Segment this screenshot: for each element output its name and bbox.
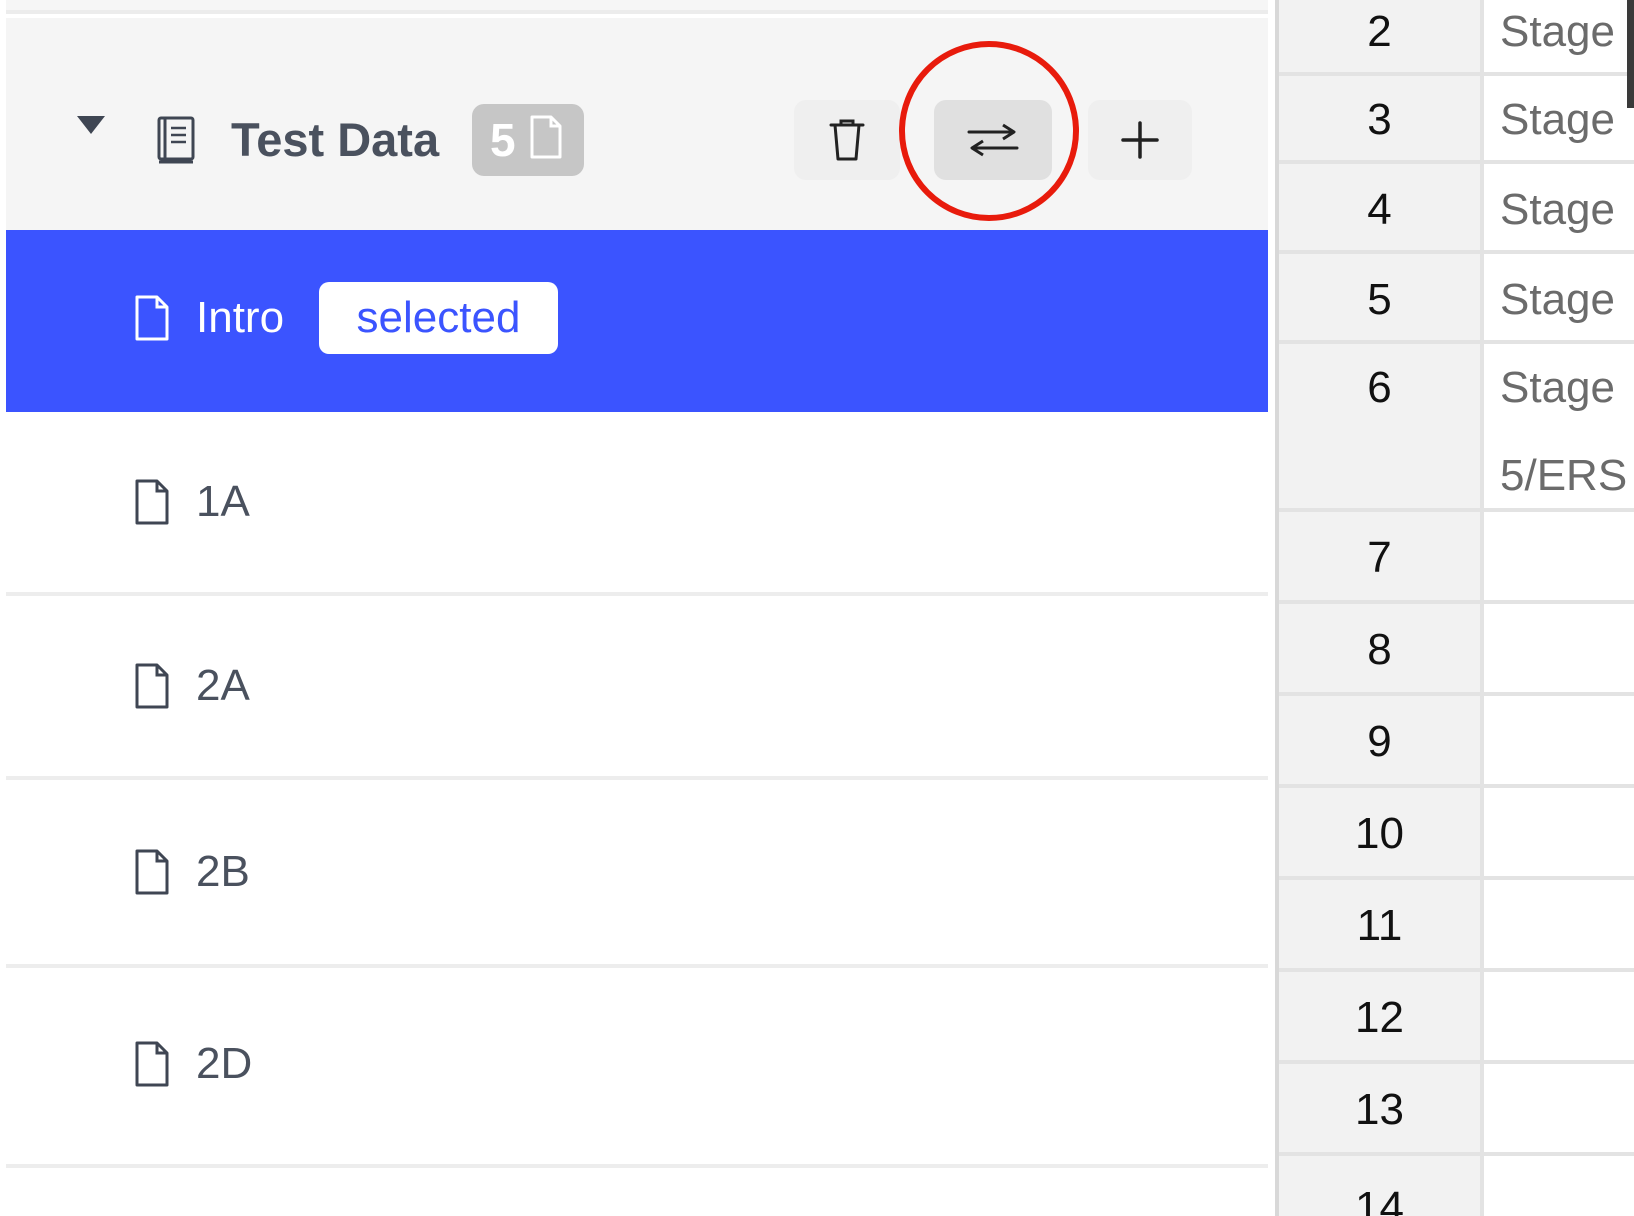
book-icon: [157, 116, 195, 164]
document-count-badge: 5: [472, 104, 584, 176]
sheet-row: 13: [1279, 1064, 1634, 1156]
row-number[interactable]: 8: [1279, 624, 1480, 676]
document-label: 1A: [196, 477, 250, 526]
sheet-row: 2 Stage: [1279, 0, 1634, 76]
row-number[interactable]: 3: [1279, 94, 1480, 146]
document-list-panel: Test Data 5 Intro selected 1A 2A 2B 2D: [0, 0, 1275, 1216]
scrollbar-thumb[interactable]: [1627, 0, 1634, 108]
swap-arrows-icon: [967, 123, 1019, 157]
row-number[interactable]: 12: [1279, 992, 1480, 1044]
sheet-row: 8: [1279, 604, 1634, 696]
previous-item-edge: [6, 0, 1268, 14]
sheet-row: 11: [1279, 880, 1634, 972]
sheet-row: 10: [1279, 788, 1634, 880]
sheet-row: 12: [1279, 972, 1634, 1064]
row-number[interactable]: 11: [1279, 900, 1480, 952]
document-icon: [135, 849, 169, 895]
row-number[interactable]: 5: [1279, 274, 1480, 326]
spreadsheet-panel: 2 Stage 3 Stage 4 Stage 5 Stage 6 Stage 5/ERS 7 8 9 10…: [1279, 0, 1634, 1216]
sheet-cell-text[interactable]: Stage: [1500, 94, 1615, 146]
trash-icon: [829, 119, 865, 161]
sheet-cell-text[interactable]: Stage: [1500, 362, 1615, 414]
plus-icon: [1121, 121, 1159, 159]
delete-button[interactable]: [794, 100, 900, 180]
collapse-caret-icon[interactable]: [76, 110, 106, 140]
sheet-row: 14: [1279, 1156, 1634, 1216]
document-row[interactable]: 2A: [6, 596, 1268, 780]
sheet-cell-text[interactable]: Stage: [1500, 6, 1615, 58]
selected-badge: selected: [319, 282, 558, 354]
sheet-cell-text[interactable]: 5/ERS: [1500, 450, 1627, 502]
sheet-row: 7: [1279, 512, 1634, 604]
row-number[interactable]: 2: [1279, 6, 1480, 58]
sheet-row: 6 Stage 5/ERS: [1279, 344, 1634, 512]
sheet-row: 4 Stage: [1279, 164, 1634, 254]
sheet-cell-text[interactable]: Stage: [1500, 184, 1615, 236]
document-icon: [135, 479, 169, 525]
row-number[interactable]: 7: [1279, 532, 1480, 584]
document-count-icon: [530, 115, 562, 159]
sheet-row: 3 Stage: [1279, 76, 1634, 164]
sheet-row: 5 Stage: [1279, 254, 1634, 344]
row-number[interactable]: 10: [1279, 808, 1480, 860]
add-button[interactable]: [1088, 100, 1192, 180]
row-number[interactable]: 14: [1279, 1182, 1480, 1216]
document-icon: [135, 1041, 169, 1087]
sheet-cell-text[interactable]: Stage: [1500, 274, 1615, 326]
row-number[interactable]: 9: [1279, 716, 1480, 768]
document-row[interactable]: 2D: [6, 968, 1268, 1168]
document-label: 2A: [196, 661, 250, 710]
row-number[interactable]: 13: [1279, 1084, 1480, 1136]
document-label: Intro: [196, 293, 285, 342]
row-number[interactable]: 6: [1279, 362, 1480, 414]
sheet-row: 9: [1279, 696, 1634, 788]
row-number[interactable]: 4: [1279, 184, 1480, 236]
book-header: Test Data 5: [6, 18, 1268, 230]
document-row-selected[interactable]: Intro selected: [6, 230, 1268, 412]
document-label: 2D: [196, 1039, 253, 1088]
document-row[interactable]: 1A: [6, 412, 1268, 596]
document-count: 5: [490, 114, 516, 166]
document-icon: [135, 295, 169, 341]
book-title: Test Data: [231, 113, 440, 166]
swap-button[interactable]: [934, 100, 1052, 180]
document-row[interactable]: 2B: [6, 780, 1268, 968]
document-icon: [135, 663, 169, 709]
document-label: 2B: [196, 847, 250, 896]
